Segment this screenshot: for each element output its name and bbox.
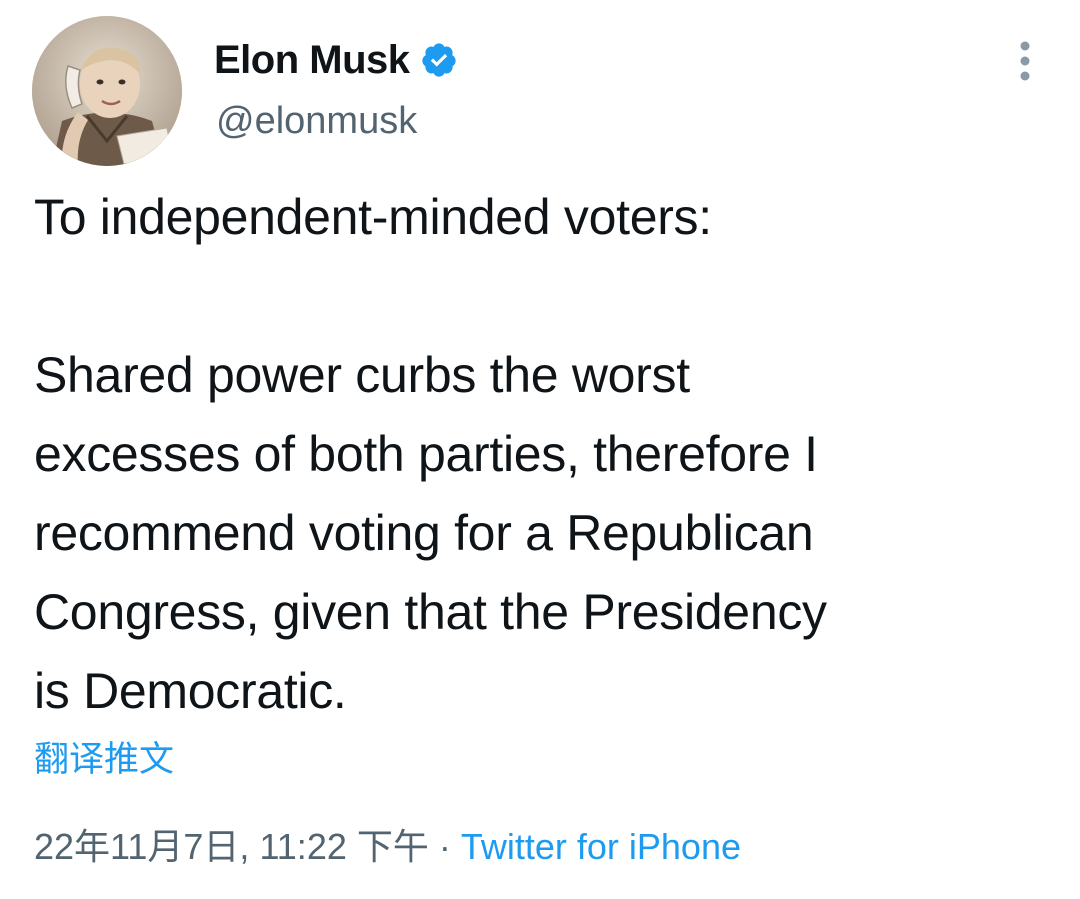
display-name-text: Elon Musk: [214, 38, 410, 82]
vertical-ellipsis-icon: [1020, 41, 1030, 81]
tweet-line: Shared power curbs the worst: [34, 347, 690, 403]
tweet-line: To independent-minded voters:: [34, 189, 712, 245]
tweet-meta: 22年11月7日, 11:22 下午 · Twitter for iPhone: [34, 824, 741, 870]
verified-badge-icon: [420, 41, 458, 79]
tweet-line: recommend voting for a Republican: [34, 505, 814, 561]
separator-dot: ·: [438, 826, 451, 867]
avatar[interactable]: [32, 16, 182, 166]
tweet-text: To independent-minded voters: Shared pow…: [34, 178, 1044, 731]
tweet-line: is Democratic.: [34, 663, 347, 719]
avatar-photo: [32, 16, 182, 166]
more-options-button[interactable]: [1010, 38, 1040, 84]
timestamp[interactable]: 22年11月7日, 11:22 下午: [34, 826, 429, 867]
tweet-line: excesses of both parties, therefore I: [34, 426, 818, 482]
tweet-blank-line: [34, 257, 1044, 336]
translate-tweet-link[interactable]: 翻译推文: [34, 738, 174, 782]
author-display-name[interactable]: Elon Musk: [214, 36, 458, 84]
tweet-line: Congress, given that the Presidency: [34, 584, 827, 640]
author-handle[interactable]: @elonmusk: [216, 98, 417, 144]
source-link[interactable]: Twitter for iPhone: [461, 826, 741, 867]
